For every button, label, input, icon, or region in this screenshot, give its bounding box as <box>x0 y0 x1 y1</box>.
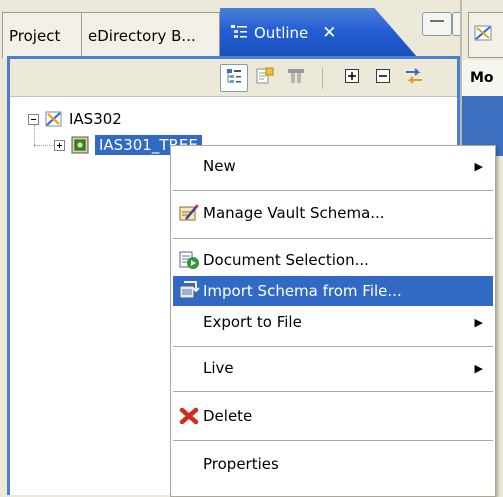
identity-vault-icon <box>71 136 89 154</box>
menu-item-label: Live <box>203 359 234 377</box>
tab-edirectory-label: eDirectory B... <box>88 26 196 45</box>
submenu-arrow-icon: ▶ <box>474 315 483 329</box>
menu-item-live[interactable]: Live ▶ <box>173 353 493 383</box>
menu-item-label: Delete <box>203 407 253 425</box>
tree-view-button[interactable] <box>220 64 248 92</box>
vault-schema-icon <box>178 203 200 223</box>
delete-icon <box>178 406 200 426</box>
toolbar-separator <box>322 67 323 89</box>
modeler-icon <box>473 23 495 47</box>
menu-item-properties[interactable]: Properties <box>173 449 493 479</box>
collapse-all-button[interactable] <box>369 64 397 92</box>
menu-item-label: Import Schema from File... <box>203 282 402 300</box>
menu-item-import-schema[interactable]: Import Schema from File... <box>173 276 493 306</box>
outline-icon <box>230 23 248 43</box>
menu-item-label: Properties <box>203 455 279 473</box>
minimize-icon <box>430 19 444 23</box>
vault-icon <box>45 110 63 128</box>
filter-button[interactable] <box>282 64 310 92</box>
tab-outline[interactable]: Outline ✕ <box>220 8 418 58</box>
collapse-node-icon[interactable] <box>28 113 39 125</box>
expand-all-button[interactable] <box>338 64 366 92</box>
menu-item-manage-vault-schema[interactable]: Manage Vault Schema... <box>173 198 493 228</box>
tab-edirectory-browser[interactable]: eDirectory B... <box>82 12 220 58</box>
menu-item-delete[interactable]: Delete <box>173 401 493 431</box>
filter-icon <box>286 66 306 90</box>
show-properties-button[interactable] <box>251 64 279 92</box>
tree-node-label: IAS302 <box>69 110 122 128</box>
tab-project[interactable]: Project <box>2 12 82 58</box>
tree-node-ias302[interactable]: IAS302 <box>28 108 122 130</box>
tab-outline-label: Outline <box>254 24 309 42</box>
tree-view-icon <box>226 68 242 88</box>
editor-header: Mo <box>462 60 503 96</box>
context-menu: New ▶ Manage Vault Schema... Document Se… <box>170 145 496 497</box>
outline-toolbar <box>10 59 457 97</box>
menu-item-label: Export to File <box>203 313 302 331</box>
menu-item-new[interactable]: New ▶ <box>173 151 493 181</box>
view-tab-bar: Project eDirectory B... Outline ✕ <box>0 0 503 58</box>
sync-arrows-icon <box>403 66 425 90</box>
collapse-all-icon <box>375 68 391 88</box>
submenu-arrow-icon: ▶ <box>474 361 483 375</box>
import-schema-icon <box>178 281 200 301</box>
document-selection-icon <box>178 250 200 270</box>
menu-separator <box>173 238 493 239</box>
link-with-editor-button[interactable] <box>400 64 428 92</box>
menu-item-document-selection[interactable]: Document Selection... <box>173 245 493 275</box>
close-tab-icon[interactable]: ✕ <box>322 23 336 43</box>
menu-item-label: Document Selection... <box>203 251 369 269</box>
properties-icon <box>255 66 275 90</box>
submenu-arrow-icon: ▶ <box>474 159 483 173</box>
menu-separator <box>173 391 493 392</box>
menu-separator <box>173 346 493 347</box>
tab-project-label: Project <box>9 26 61 45</box>
menu-item-label: Manage Vault Schema... <box>203 204 385 222</box>
menu-separator <box>173 440 493 441</box>
menu-item-export-to-file[interactable]: Export to File ▶ <box>173 307 493 337</box>
tree-connector <box>34 145 54 146</box>
menu-item-label: New <box>203 157 236 175</box>
expand-all-icon <box>344 68 360 88</box>
editor-tab[interactable] <box>468 12 503 58</box>
menu-separator <box>173 190 493 191</box>
expand-node-icon[interactable] <box>54 139 65 151</box>
minimize-view-button[interactable] <box>422 12 452 36</box>
